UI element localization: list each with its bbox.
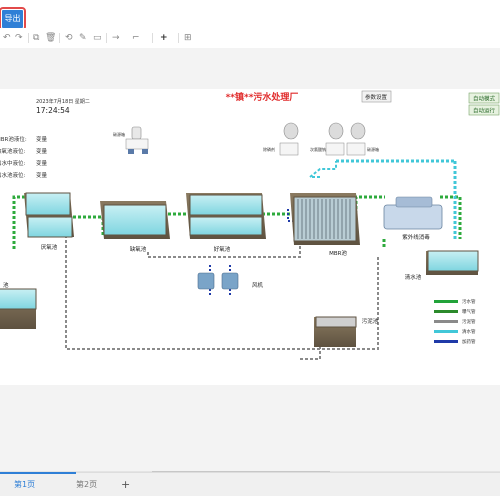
chemical-label: 碳源箱 — [113, 131, 125, 137]
param-settings-label: 参数设置 — [365, 93, 388, 101]
tank-label: 污泥池 — [362, 317, 379, 325]
uv-label: 紫外线消毒 — [402, 233, 430, 241]
chemical-tank-2[interactable]: 除磷剂 — [263, 122, 299, 156]
diagram-title: **镇**污水处理厂 — [226, 91, 299, 103]
process-diagram: **镇**污水处理厂 2023年7月18日 星期二 17:24:54 参数设置 … — [0, 90, 500, 360]
tank-label: 清水池 — [405, 273, 422, 281]
time-display: 17:24:54 — [36, 106, 70, 115]
tank-label: MBR池 — [329, 249, 347, 257]
toolbar-divider — [59, 33, 60, 43]
legend-swatch — [434, 330, 458, 333]
legend-swatch — [434, 320, 458, 323]
export-button[interactable]: 导出 — [0, 7, 26, 31]
chemical-label: 次氯酸钠 — [310, 146, 326, 152]
sewage-pipe — [354, 195, 385, 214]
legend-swatch — [434, 300, 458, 303]
level-label: MBR池液位: — [0, 135, 27, 143]
redo-icon[interactable]: ↷ — [15, 31, 23, 45]
fill-icon[interactable]: ⟲ — [65, 31, 73, 45]
top-bar: 导出 — [0, 0, 500, 31]
legend-label: 加药管 — [462, 338, 476, 345]
toolbar-divider — [106, 33, 107, 43]
legend-label: 曝气管 — [462, 308, 476, 315]
level-label: 出水池液位: — [0, 171, 26, 179]
insert-icon[interactable]: + — [160, 31, 168, 45]
active-tab-indicator — [0, 472, 76, 474]
level-value: 变量 — [36, 135, 48, 143]
chemical-tank-1[interactable]: 碳源箱 — [113, 126, 149, 154]
undo-icon[interactable]: ↶ — [3, 31, 11, 45]
tank-label: 池 — [3, 281, 9, 289]
level-label: 缺氧池液位: — [0, 147, 26, 155]
toolbar: ↶ ↷ ⧉ 🗑 ⟲ ✎ ▭ → ⌐ + ⊞ — [0, 28, 500, 49]
anoxic-tank[interactable]: 缺氧池 — [100, 201, 170, 253]
tab-page-1[interactable]: 第1页 — [14, 478, 35, 492]
shape-icon[interactable]: ▭ — [93, 31, 102, 45]
level-readouts: MBR池液位: 变量 缺氧池液位: 变量 出水中液位: 变量 出水池液位: 变量 — [0, 135, 48, 179]
legend-label: 污水管 — [462, 298, 476, 305]
level-value: 变量 — [36, 159, 48, 167]
sewage-pipe — [73, 215, 105, 236]
legend-swatch — [434, 310, 458, 313]
legend-swatch — [434, 340, 458, 343]
chemical-label: 碳源箱 — [367, 146, 379, 152]
inlet-tank[interactable]: 池 — [0, 281, 37, 329]
fan-label: 风机 — [252, 281, 264, 289]
level-value: 变量 — [36, 171, 48, 179]
clear-water-pipe — [307, 161, 337, 178]
date-display: 2023年7月18日 星期二 — [36, 98, 90, 105]
toolbar-divider — [28, 33, 29, 43]
toolbar-divider — [178, 33, 179, 43]
diagram-page: **镇**污水处理厂 2023年7月18日 星期二 17:24:54 参数设置 … — [0, 89, 500, 385]
copy-icon[interactable]: ⧉ — [33, 31, 39, 45]
add-page-button[interactable]: + — [121, 478, 130, 492]
aerobic-tank[interactable]: 好氧池 — [186, 193, 266, 253]
auto-run-label: 自动运行 — [473, 107, 496, 115]
tab-page-2[interactable]: 第2页 — [76, 478, 97, 492]
tank-label: 缺氧池 — [130, 245, 147, 253]
sludge-tank[interactable]: 污泥池 — [314, 316, 379, 347]
uv-disinfection-unit[interactable]: 紫外线消毒 — [383, 196, 443, 241]
legend-label: 清水管 — [462, 328, 476, 335]
delete-icon[interactable]: 🗑 — [45, 31, 56, 45]
clear-water-tank[interactable]: 清水池 — [405, 250, 479, 281]
pen-icon[interactable]: ✎ — [79, 31, 87, 45]
tank-label: 厌氧池 — [41, 243, 58, 251]
auto-mode-label: 自动模式 — [473, 95, 496, 103]
canvas-area: **镇**污水处理厂 2023年7月18日 星期二 17:24:54 参数设置 … — [0, 48, 500, 472]
tank-label: 好氧池 — [214, 245, 231, 253]
blower-units[interactable]: 风机 — [197, 272, 264, 290]
chemical-tank-3[interactable]: 次氯酸钠 碳源箱 — [310, 122, 379, 156]
chemical-label: 除磷剂 — [263, 146, 275, 152]
page-tabs-bar: 第1页 第2页 + — [0, 472, 500, 496]
connector-icon[interactable]: → — [112, 31, 120, 45]
legend-label: 污泥管 — [462, 318, 476, 325]
toolbar-divider — [152, 33, 153, 43]
level-value: 变量 — [36, 147, 48, 155]
table-icon[interactable]: ⊞ — [184, 31, 192, 45]
level-label: 出水中液位: — [0, 159, 26, 167]
legend: 污水管 曝气管 污泥管 清水管 加药管 — [434, 298, 476, 345]
sewage-pipe — [440, 195, 462, 239]
waypoint-icon[interactable]: ⌐ — [132, 31, 140, 45]
